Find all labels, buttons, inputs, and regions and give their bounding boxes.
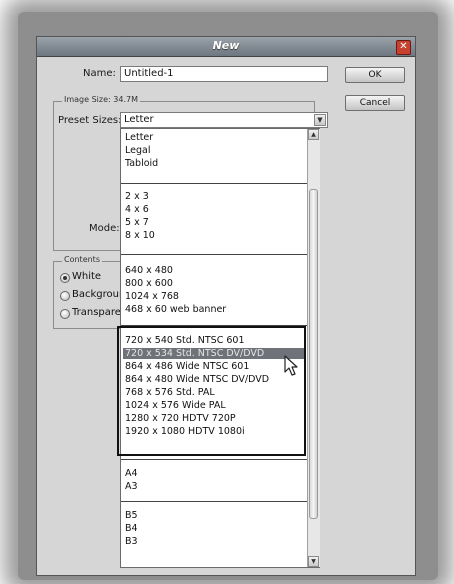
list-item[interactable]: 1024 x 768 (125, 291, 179, 302)
radio-transparent-label: Transpare (72, 307, 121, 318)
list-item[interactable]: A3 (125, 481, 138, 492)
name-label: Name: (83, 68, 116, 79)
list-separator (121, 501, 307, 502)
list-separator (121, 254, 307, 255)
list-item[interactable]: B5 (125, 510, 138, 521)
image-size-label: Image Size: 34.7M (62, 95, 140, 104)
list-item[interactable]: 4 x 6 (125, 204, 149, 215)
list-item[interactable]: Letter (125, 132, 153, 143)
scroll-up-icon[interactable]: ▲ (308, 129, 319, 140)
radio-white[interactable] (60, 273, 70, 283)
preset-sizes-label: Preset Sizes: (58, 115, 122, 126)
list-item[interactable]: 800 x 600 (125, 278, 173, 289)
radio-transparent[interactable] (60, 309, 70, 319)
list-item[interactable]: 468 x 60 web banner (125, 304, 226, 315)
radio-background[interactable] (60, 291, 70, 301)
preset-selected-value: Letter (124, 114, 154, 125)
list-item[interactable]: A4 (125, 468, 138, 479)
list-separator (121, 183, 307, 184)
window-title: New (212, 39, 240, 52)
arrow-cursor-icon (284, 355, 298, 376)
mode-label: Mode: (89, 223, 120, 234)
title-bar[interactable]: New ✕ (37, 37, 415, 57)
list-item[interactable]: B4 (125, 523, 138, 534)
cancel-button[interactable]: Cancel (345, 95, 405, 111)
preset-sizes-select[interactable]: Letter ▼ (120, 112, 328, 128)
list-item[interactable]: 640 x 480 (125, 265, 173, 276)
list-item[interactable]: 5 x 7 (125, 217, 149, 228)
video-presets-callout (117, 326, 306, 456)
scroll-down-icon[interactable]: ▼ (308, 556, 319, 567)
name-field[interactable]: Untitled-1 (120, 66, 328, 82)
list-separator (121, 459, 307, 460)
radio-background-label: Backgroun (72, 289, 126, 300)
dropdown-scrollbar[interactable]: ▲ ▼ (307, 129, 320, 567)
scroll-thumb[interactable] (309, 189, 318, 519)
list-item[interactable]: Tabloid (125, 158, 158, 169)
list-item[interactable]: B3 (125, 536, 138, 547)
close-icon[interactable]: ✕ (396, 40, 411, 55)
list-item[interactable]: 8 x 10 (125, 230, 155, 241)
list-item[interactable]: 2 x 3 (125, 191, 149, 202)
ok-button[interactable]: OK (345, 67, 405, 83)
list-item[interactable]: Legal (125, 145, 150, 156)
radio-white-label: White (72, 271, 102, 282)
chevron-down-icon[interactable]: ▼ (314, 114, 326, 126)
contents-title: Contents (62, 255, 102, 264)
